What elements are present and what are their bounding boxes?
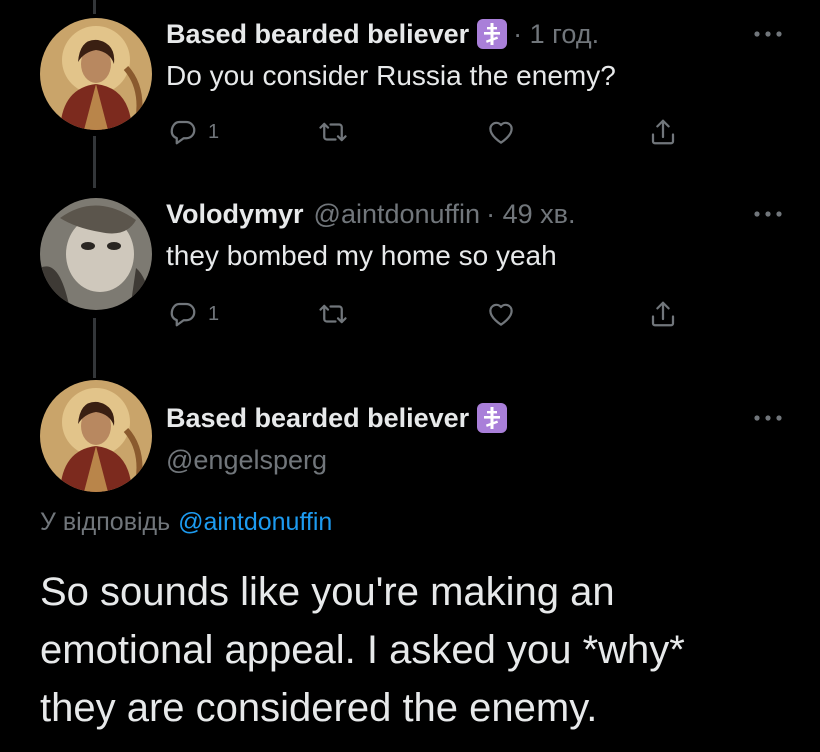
display-name[interactable]: Based bearded believer [166, 403, 469, 434]
avatar[interactable] [40, 380, 152, 492]
reply-icon [170, 302, 196, 327]
user-handle[interactable]: @engelsperg [166, 445, 327, 476]
tweet-text: Do you consider Russia the enemy? [166, 60, 616, 91]
like-button[interactable] [486, 112, 516, 152]
reply-icon [170, 120, 196, 145]
tweet-actions: 1 [168, 112, 688, 152]
thread-line-top [93, 0, 96, 14]
retweet-icon [319, 304, 347, 324]
more-icon[interactable] [752, 206, 784, 222]
tweet-text: they bombed my home so yeah [166, 240, 557, 271]
orthodox-cross-icon [477, 403, 508, 433]
heart-icon [489, 303, 513, 326]
icon-angel-avatar [40, 380, 152, 492]
reply-count: 1 [208, 302, 220, 325]
retweet-button[interactable] [318, 112, 348, 152]
share-icon [651, 119, 675, 145]
reply-context: У відповідь @aintdonuffin [40, 508, 332, 537]
user-handle[interactable]: @aintdonuffin [314, 199, 481, 230]
display-name[interactable]: Volodymyr [166, 199, 304, 230]
icon-user-photo-avatar [40, 198, 152, 310]
reply-prefix: У відповідь [40, 508, 171, 536]
thread-line-2 [93, 318, 96, 378]
tweet-time[interactable]: · 49 хв. [486, 199, 575, 230]
avatar[interactable] [40, 18, 152, 130]
main-tweet-line: they are considered the enemy. [40, 686, 598, 730]
reply-button[interactable]: 1 [168, 294, 219, 334]
tweet-actions: 1 [168, 294, 688, 334]
main-tweet-line: emotional appeal. I asked you *why* [40, 628, 685, 672]
retweet-button[interactable] [318, 294, 348, 334]
tweet-time[interactable]: · 1 год. [513, 19, 599, 50]
avatar[interactable] [40, 198, 152, 310]
like-button[interactable] [486, 294, 516, 334]
reply-count: 1 [208, 120, 220, 143]
share-button[interactable] [648, 294, 678, 334]
more-icon[interactable] [752, 410, 784, 426]
more-icon[interactable] [752, 26, 784, 42]
share-icon [651, 301, 675, 327]
reply-button[interactable]: 1 [168, 112, 219, 152]
retweet-icon [319, 122, 347, 142]
reply-mention-link[interactable]: @aintdonuffin [178, 508, 332, 536]
orthodox-cross-icon [477, 19, 508, 49]
display-name[interactable]: Based bearded believer [166, 19, 469, 50]
icon-angel-avatar [40, 18, 152, 130]
thread-line-1 [93, 136, 96, 188]
main-tweet-text: So sounds like you're making an emotiona… [40, 563, 800, 737]
heart-icon [489, 121, 513, 144]
share-button[interactable] [648, 112, 678, 152]
main-tweet-line: So sounds like you're making an [40, 570, 615, 614]
